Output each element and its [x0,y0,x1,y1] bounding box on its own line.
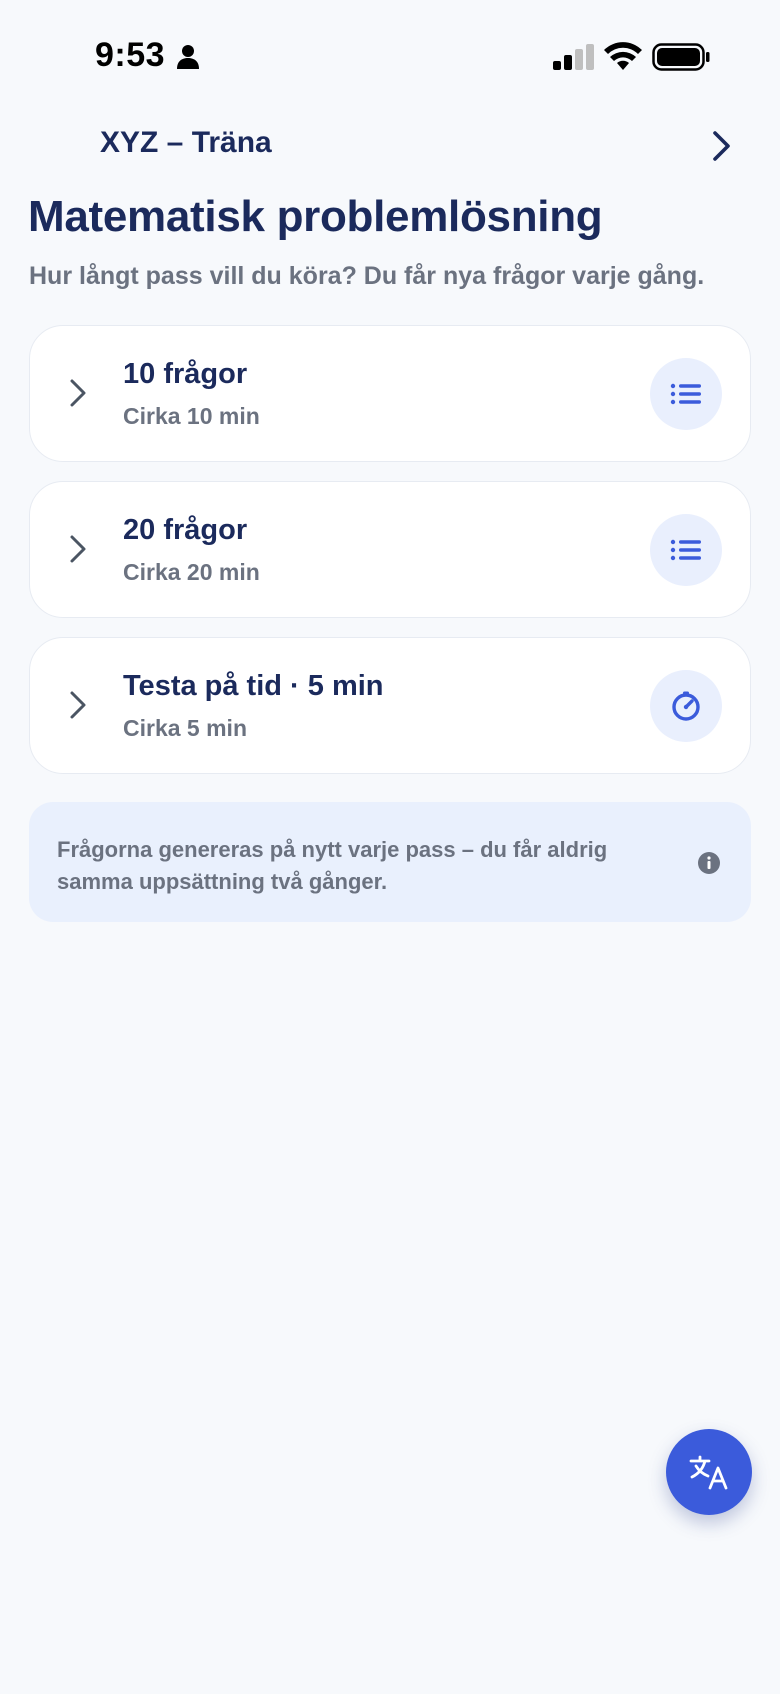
translate-icon [689,1455,728,1490]
timer-icon [650,670,722,742]
battery-icon [652,43,710,71]
info-icon[interactable] [697,851,721,875]
chevron-right-icon [70,535,86,563]
option-20-questions[interactable]: 20 frågor Cirka 20 min [29,481,751,618]
chevron-right-icon [70,379,86,407]
chevron-right-icon [70,691,86,719]
breadcrumb[interactable]: XYZ – Träna [100,126,272,160]
person-icon [177,45,199,69]
translate-button[interactable] [666,1429,752,1515]
page-title: Matematisk problemlösning [28,192,603,241]
info-box: Frågorna genereras på nytt varje pass – … [29,802,751,922]
option-duration: Cirka 10 min [123,403,260,429]
option-title: Testa på tid · 5 min [123,670,384,702]
option-title: 10 frågor [123,358,248,390]
cellular-signal-icon [553,44,594,70]
option-10-questions[interactable]: 10 frågor Cirka 10 min [29,325,751,462]
option-duration: Cirka 20 min [123,559,260,585]
option-timed-test[interactable]: Testa på tid · 5 min Cirka 5 min [29,637,751,774]
option-duration: Cirka 5 min [123,715,247,741]
chevron-right-icon[interactable] [704,128,740,164]
page-subtitle: Hur långt pass vill du köra? Du får nya … [29,262,705,290]
list-icon [650,358,722,430]
info-text: Frågorna genereras på nytt varje pass – … [57,837,608,894]
list-icon [650,514,722,586]
wifi-icon [604,42,642,70]
status-bar: 9:53 [0,0,780,115]
option-title: 20 frågor [123,514,248,546]
status-time: 9:53 [95,36,166,74]
